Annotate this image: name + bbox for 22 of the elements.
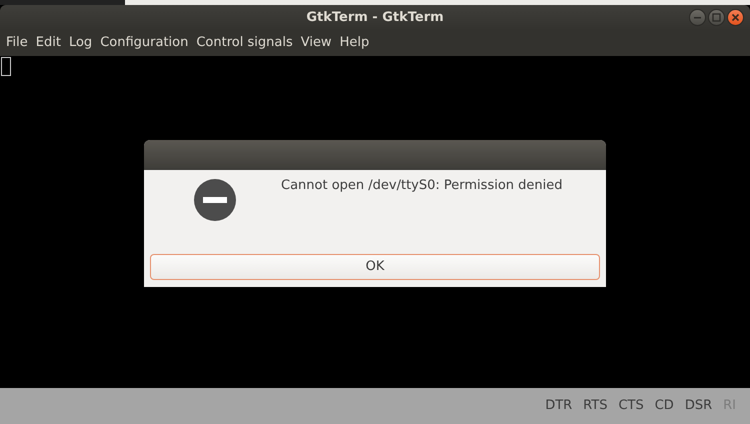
error-icon — [194, 179, 236, 221]
text-cursor — [1, 57, 11, 76]
menu-item[interactable]: Configuration — [96, 33, 192, 53]
signal-indicator: CTS — [618, 397, 644, 416]
signal-indicator: RTS — [583, 397, 608, 416]
error-message: Cannot open /dev/ttyS0: Permission denied — [281, 177, 564, 195]
ok-button[interactable]: OK — [150, 254, 600, 280]
menu-item[interactable]: File — [2, 33, 32, 53]
menu-item[interactable]: Control signals — [192, 33, 297, 53]
close-icon — [731, 13, 740, 22]
signal-indicator: DSR — [684, 397, 712, 416]
maximize-icon — [712, 13, 721, 22]
window-title: GtkTerm - GtkTerm — [306, 8, 444, 27]
minimize-button[interactable] — [689, 9, 706, 26]
menu-item[interactable]: Help — [336, 33, 374, 53]
close-button[interactable] — [727, 9, 744, 26]
signal-indicator: DTR — [545, 397, 572, 416]
menu-item[interactable]: Edit — [32, 33, 65, 53]
menu-item[interactable]: View — [296, 33, 336, 53]
signal-indicator: CD — [654, 397, 674, 416]
maximize-button[interactable] — [708, 9, 725, 26]
menu-item[interactable]: Log — [64, 33, 96, 53]
